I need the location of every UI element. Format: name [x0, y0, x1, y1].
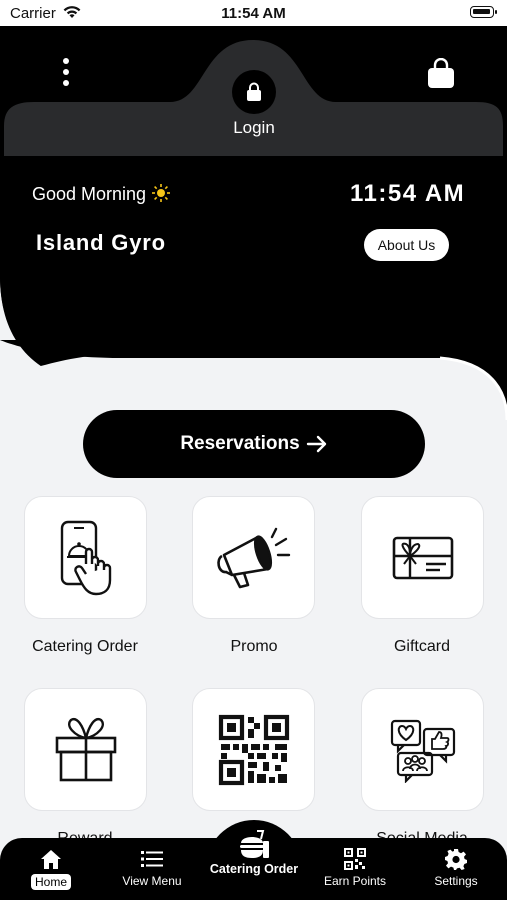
- tab-view-menu[interactable]: View Menu: [107, 846, 197, 888]
- dot: [63, 80, 69, 86]
- login-label[interactable]: Login: [203, 118, 305, 138]
- status-time: 11:54 AM: [221, 5, 286, 22]
- greeting-text: Good Morning: [32, 184, 147, 204]
- tab-view-menu-label: View Menu: [122, 874, 182, 888]
- tab-catering-order-label: Catering Order: [209, 862, 299, 876]
- megaphone-icon: [216, 527, 290, 588]
- promo-tile[interactable]: [192, 496, 315, 619]
- giftcard-label: Giftcard: [393, 638, 450, 655]
- lock-icon: [247, 82, 261, 101]
- greeting: Good Morning: [32, 183, 171, 205]
- food-order-icon: [240, 830, 269, 858]
- qr-code-tile[interactable]: [192, 688, 315, 811]
- shopping-bag-icon[interactable]: [426, 58, 456, 90]
- sun-icon: [152, 184, 171, 202]
- social-media-tile[interactable]: [361, 688, 484, 811]
- restaurant-name: Island Gyro: [36, 230, 166, 255]
- giftcard-icon: [392, 536, 453, 579]
- catering-order-tile[interactable]: [24, 496, 147, 619]
- tab-home-label: Home: [30, 874, 71, 890]
- qr-code-icon: [218, 714, 289, 785]
- menu-dots-button[interactable]: [56, 58, 76, 94]
- qr-scan-icon: [344, 848, 366, 870]
- promo-label: Promo: [230, 638, 278, 655]
- reservations-label: Reservations: [180, 433, 300, 454]
- tab-settings[interactable]: Settings: [411, 846, 501, 888]
- home-icon: [41, 850, 61, 869]
- header-clock: 11:54 AM: [350, 180, 466, 207]
- dot: [63, 69, 69, 75]
- gear-icon: [445, 849, 467, 870]
- status-bar: Carrier 11:54 AM: [0, 0, 507, 26]
- gift-box-icon: [55, 717, 116, 781]
- reservations-button[interactable]: Reservations: [83, 410, 425, 478]
- tab-earn-points[interactable]: Earn Points: [310, 846, 400, 888]
- giftcard-tile[interactable]: [361, 496, 484, 619]
- phone-tap-icon: [60, 520, 111, 595]
- login-lock-button[interactable]: [232, 70, 276, 114]
- tab-home[interactable]: Home: [6, 846, 96, 890]
- header-curve: [0, 340, 507, 420]
- dot: [63, 58, 69, 64]
- tab-catering-order[interactable]: Catering Order: [196, 828, 312, 876]
- social-media-icon: [390, 719, 455, 783]
- tab-earn-points-label: Earn Points: [323, 874, 387, 888]
- about-us-button[interactable]: About Us: [364, 229, 449, 261]
- reward-tile[interactable]: [24, 688, 147, 811]
- tab-settings-label: Settings: [434, 874, 478, 888]
- list-icon: [141, 851, 163, 867]
- arrow-right-icon: [306, 435, 326, 453]
- battery-icon: [470, 6, 497, 18]
- catering-order-label: Catering Order: [32, 638, 138, 655]
